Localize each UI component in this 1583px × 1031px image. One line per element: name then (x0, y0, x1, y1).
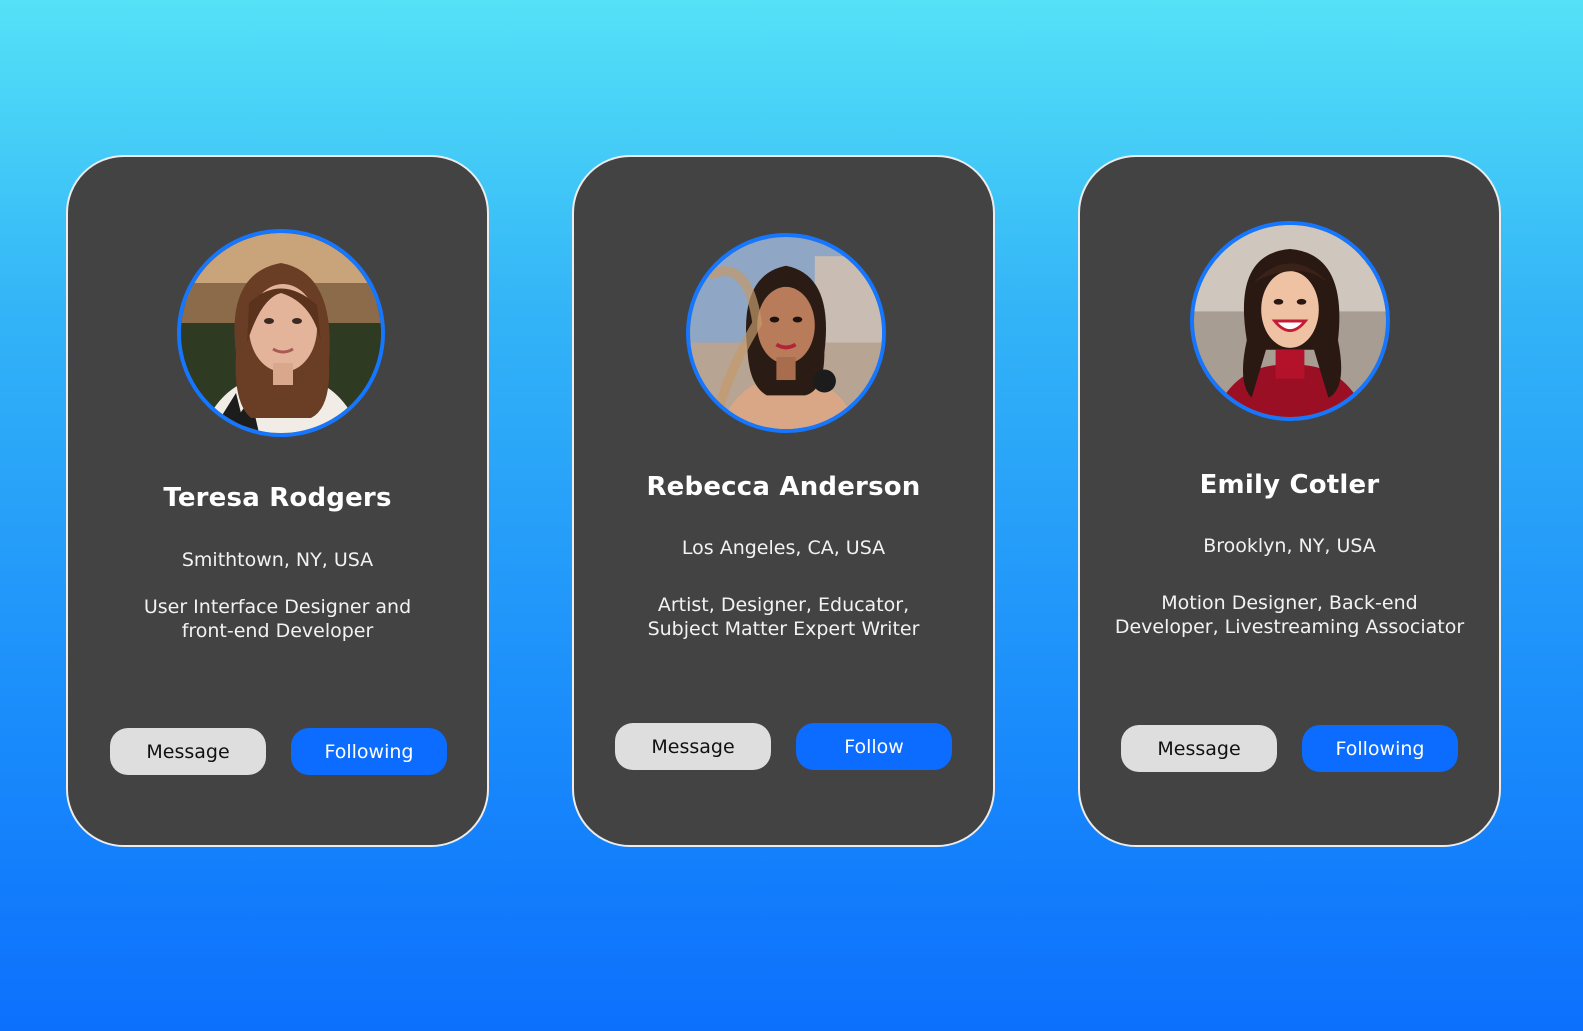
profile-bio: User Interface Designer and front-end De… (68, 595, 487, 643)
profile-bio: Motion Designer, Back-end Developer, Liv… (1080, 591, 1499, 639)
avatar (177, 229, 385, 437)
profile-photo-icon (1194, 225, 1386, 417)
profile-bio: Artist, Designer, Educator, Subject Matt… (574, 593, 993, 641)
avatar (686, 233, 886, 433)
profile-card-emily-cotler: Emily Cotler Brooklyn, NY, USA Motion De… (1078, 155, 1501, 847)
profile-location: Los Angeles, CA, USA (681, 537, 886, 559)
profile-card-teresa-rodgers: Teresa Rodgers Smithtown, NY, USA User I… (66, 155, 489, 847)
profile-location: Brooklyn, NY, USA (1203, 535, 1376, 557)
profile-location: Smithtown, NY, USA (181, 549, 374, 571)
follow-button[interactable]: Follow (796, 723, 952, 770)
bio-line: front-end Developer (181, 620, 374, 642)
profile-name: Emily Cotler (1199, 470, 1380, 500)
bio-line: Developer, Livestreaming Associator (1114, 616, 1465, 638)
profile-name: Teresa Rodgers (163, 483, 392, 513)
profile-photo-icon (181, 233, 381, 433)
profile-card-rebecca-anderson: Rebecca Anderson Los Angeles, CA, USA Ar… (572, 155, 995, 847)
bio-line: User Interface Designer and (143, 596, 412, 618)
message-button[interactable]: Message (1121, 725, 1277, 772)
message-button[interactable]: Message (110, 728, 266, 775)
bio-line: Subject Matter Expert Writer (647, 618, 920, 640)
bio-line: Artist, Designer, Educator, (657, 594, 910, 616)
profile-name: Rebecca Anderson (646, 472, 921, 502)
bio-line: Motion Designer, Back-end (1161, 592, 1418, 614)
message-button[interactable]: Message (615, 723, 771, 770)
avatar (1190, 221, 1390, 421)
profile-photo-icon (690, 237, 882, 429)
following-button[interactable]: Following (291, 728, 447, 775)
following-button[interactable]: Following (1302, 725, 1458, 772)
